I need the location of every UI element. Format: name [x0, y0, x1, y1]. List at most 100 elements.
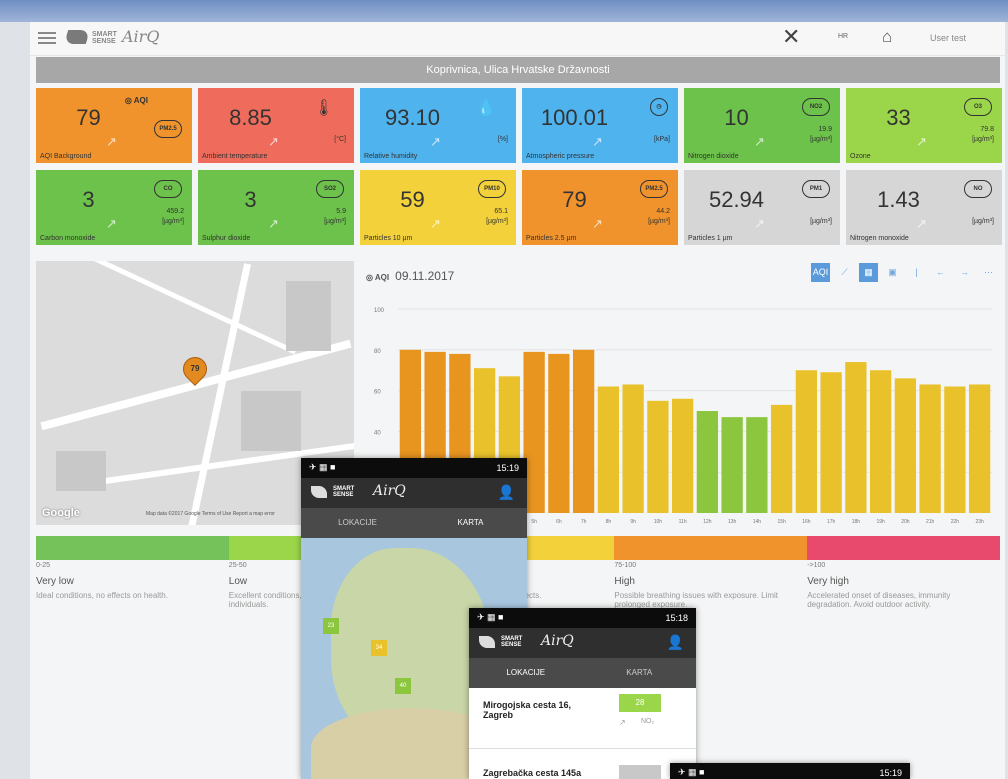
- aqi-scale-segment: [807, 536, 1000, 560]
- trend-arrow-icon: ↗: [754, 216, 765, 231]
- map-marker[interactable]: 23: [323, 618, 339, 634]
- map-road: [40, 339, 352, 431]
- trend-icon: ↗: [619, 718, 626, 727]
- tile-label: Nitrogen monoxide: [850, 235, 909, 242]
- trend-arrow-icon: ↗: [106, 216, 117, 231]
- pollutant-cloud-icon: PM2.5: [640, 180, 668, 198]
- top-bar: SMART SENSE AirQ ✕ HR ⌂ User test: [30, 22, 1005, 56]
- user-icon[interactable]: 👤: [498, 484, 515, 501]
- sensor-tile[interactable]: 52.94 ↗ Particles 1 µm [µg/m³] PM1: [684, 170, 840, 245]
- sensor-tile[interactable]: 3 ↗ Carbon monoxide 459.2 [µg/m³] CO: [36, 170, 192, 245]
- chart-bar[interactable]: [820, 372, 842, 513]
- pollutant-cloud-icon: PM10: [478, 180, 506, 198]
- tab-lokacije[interactable]: LOKACIJE: [301, 508, 414, 538]
- chart-bar[interactable]: [548, 353, 570, 513]
- tile-unit: [µg/m³]: [486, 218, 508, 225]
- sensor-tile[interactable]: 79 ↗ AQI Background PM2.5 ◎ AQI: [36, 88, 192, 163]
- trend-arrow-icon: ↗: [592, 134, 603, 149]
- tab-lokacije[interactable]: LOKACIJE: [469, 658, 583, 690]
- tile-unit: [µg/m³]: [324, 218, 346, 225]
- sensor-tile[interactable]: 59 ↗ Particles 10 µm 65.1 [µg/m³] PM10: [360, 170, 516, 245]
- chart-bar[interactable]: [597, 386, 620, 513]
- x-tick-label: 16h: [802, 519, 811, 525]
- aqi-level-name: High: [614, 576, 635, 587]
- aqi-range: 75-100: [614, 562, 637, 569]
- user-menu[interactable]: User test: [930, 33, 966, 43]
- x-tick-label: 5h: [531, 519, 537, 525]
- sensor-tile[interactable]: 100.01 ↗ Atmospheric pressure [kPa] ◷: [522, 88, 678, 163]
- sensor-tile[interactable]: 93.10 ↗ Relative humidity [%] 💧: [360, 88, 516, 163]
- aqi-level-text: Possible breathing issues with exposure.…: [614, 591, 779, 609]
- tile-unit: [%]: [497, 136, 508, 143]
- pollutant-cloud-icon: O3: [964, 98, 992, 116]
- x-tick-label: 14h: [753, 519, 762, 525]
- pollutant-cloud-icon: PM1: [802, 180, 830, 198]
- tile-unit: [kPa]: [654, 136, 670, 143]
- sensor-tile[interactable]: 10 ↗ Nitrogen dioxide 19.9 [µg/m³] NO2: [684, 88, 840, 163]
- aqi-scale-segment: [36, 536, 229, 560]
- chart-bar[interactable]: [622, 384, 644, 513]
- tile-sub-value: 79.8: [980, 126, 994, 133]
- monitor-bezel: [0, 0, 1008, 22]
- x-tick-label: 17h: [827, 519, 836, 525]
- aqi-level-name: Very high: [807, 576, 849, 587]
- language-switch[interactable]: HR: [838, 33, 848, 40]
- status-time: 15:19: [879, 768, 902, 778]
- list-item[interactable]: Mirogojska cesta 16, Zagreb 28 ↗ NO₂: [469, 688, 696, 749]
- chart-bar[interactable]: [746, 417, 768, 513]
- sensor-tile[interactable]: 8.85 ↗ Ambient temperature [°C] 🌡: [198, 88, 354, 163]
- chart-bar[interactable]: [869, 370, 892, 513]
- menu-icon[interactable]: [38, 29, 56, 45]
- sensor-tile[interactable]: 33 ↗ Ozone 79.8 [µg/m³] O3: [846, 88, 1002, 163]
- tile-sub-value: 5.9: [336, 208, 346, 215]
- tile-sub-value: 65.1: [494, 208, 508, 215]
- chart-bar[interactable]: [944, 386, 966, 513]
- home-icon[interactable]: ⌂: [882, 27, 892, 47]
- map-marker[interactable]: 34: [371, 640, 387, 656]
- chart-bar[interactable]: [770, 404, 793, 513]
- phone-status-bar: ✈ ▦ ■ 15:19: [301, 458, 527, 478]
- trend-arrow-icon: ↗: [916, 134, 927, 149]
- tab-karta[interactable]: KARTA: [583, 658, 697, 688]
- chart-bar[interactable]: [721, 417, 743, 513]
- chart-bar[interactable]: [919, 384, 941, 513]
- chart-bar[interactable]: [647, 400, 669, 513]
- sensor-tile[interactable]: 79 ↗ Particles 2.5 µm 44.2 [µg/m³] PM2.5: [522, 170, 678, 245]
- chart-bar[interactable]: [795, 370, 818, 513]
- tab-karta[interactable]: KARTA: [414, 508, 527, 540]
- tile-value: 1.43: [877, 187, 920, 212]
- thermometer-icon: 🌡: [313, 100, 334, 117]
- tile-value: 79: [76, 105, 101, 130]
- airq-logo: AirQ: [373, 483, 406, 499]
- trend-arrow-icon: ↗: [592, 216, 603, 231]
- phone-app-bar: SMART SENSE AirQ 👤: [301, 478, 527, 508]
- trend-arrow-icon: ↗: [430, 134, 441, 149]
- aqi-tag: ◎ AQI: [124, 96, 148, 105]
- chart-bar[interactable]: [671, 398, 694, 513]
- tile-label: Ozone: [850, 153, 871, 160]
- phone-status-bar: ✈ ▦ ■ 15:19: [670, 763, 910, 779]
- user-icon[interactable]: 👤: [667, 634, 684, 651]
- x-tick-label: 21h: [926, 519, 935, 525]
- aqi-badge: [619, 765, 661, 779]
- chart-bar[interactable]: [572, 349, 595, 513]
- close-icon[interactable]: ✕: [782, 24, 800, 50]
- x-tick-label: 13h: [728, 519, 737, 525]
- smart-sense-logo-text: SMART SENSE: [333, 486, 355, 498]
- aqi-level-description: 0-25 Very low Ideal conditions, no effects…: [36, 562, 221, 600]
- chart-bar[interactable]: [894, 378, 917, 513]
- chart-bar[interactable]: [845, 362, 867, 513]
- map-marker[interactable]: 40: [395, 678, 411, 694]
- tile-unit: [°C]: [334, 136, 346, 143]
- chart-bar[interactable]: [696, 411, 719, 513]
- trend-arrow-icon: ↗: [430, 216, 441, 231]
- sensor-tile[interactable]: 3 ↗ Sulphur dioxide 5.9 [µg/m³] SO2: [198, 170, 354, 245]
- y-tick-label: 80: [374, 349, 381, 355]
- tile-sub-value: 19.9: [818, 126, 832, 133]
- tile-unit: [µg/m³]: [972, 136, 994, 143]
- pressure-gauge-icon: ◷: [650, 98, 668, 116]
- chart-bar[interactable]: [968, 384, 991, 513]
- sensor-tile[interactable]: 1.43 ↗ Nitrogen monoxide [µg/m³] NO: [846, 170, 1002, 245]
- tile-label: Carbon monoxide: [40, 235, 96, 242]
- tile-label: Ambient temperature: [202, 153, 268, 160]
